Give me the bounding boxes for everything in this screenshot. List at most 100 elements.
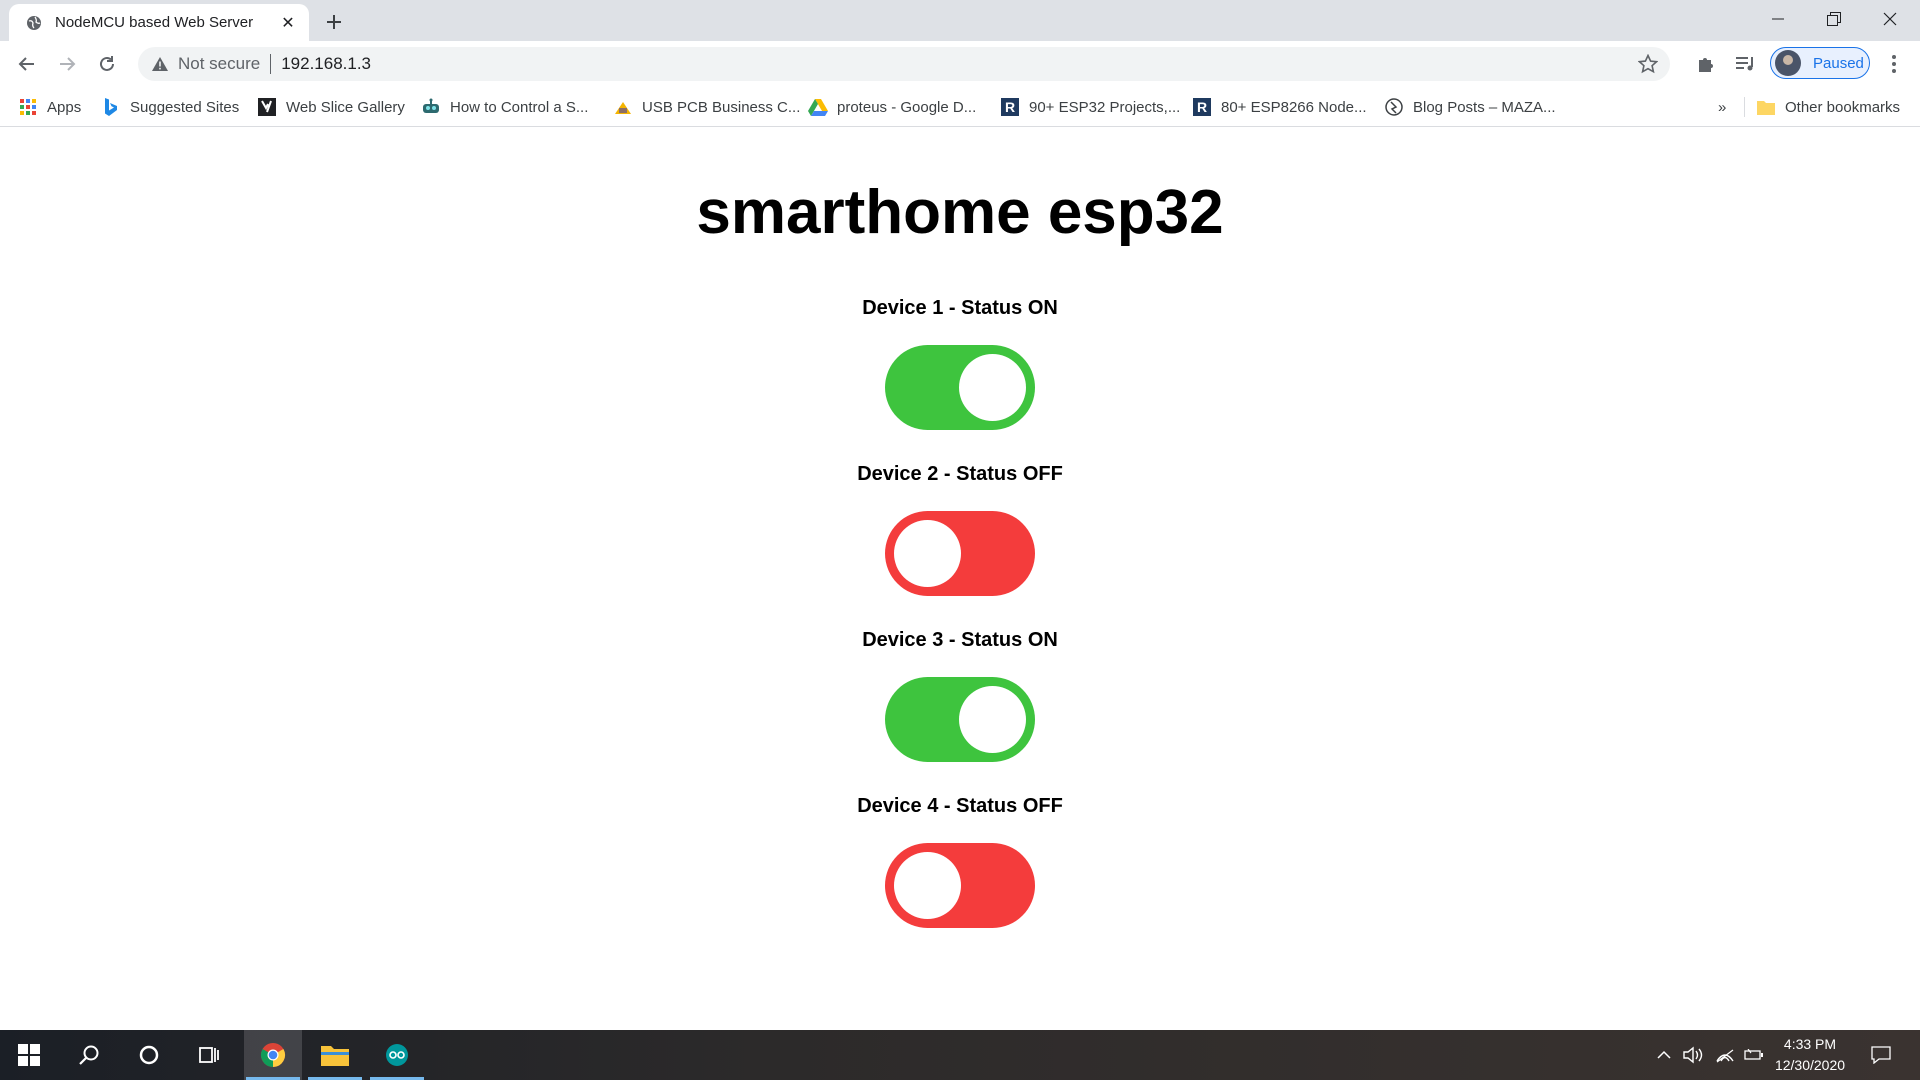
- bookmark-other-bookmarks[interactable]: Other bookmarks: [1756, 95, 1900, 119]
- device-1-toggle[interactable]: [885, 345, 1035, 430]
- bookmark-label: USB PCB Business C...: [642, 98, 801, 116]
- arduino-icon: [386, 1044, 408, 1066]
- start-button[interactable]: [0, 1030, 58, 1080]
- address-bar[interactable]: Not secure 192.168.1.3: [138, 47, 1670, 81]
- apps-grid-icon: [18, 97, 38, 117]
- bookmark-usb-pcb[interactable]: USB PCB Business C...: [613, 95, 800, 119]
- web-slice-icon: [257, 97, 277, 117]
- device-status-label: Device 4 - Status OFF: [857, 795, 1063, 817]
- google-drive-icon: [808, 97, 828, 117]
- plus-icon: [327, 15, 341, 29]
- profile-button[interactable]: Paused: [1770, 47, 1870, 79]
- cortana-button[interactable]: [120, 1030, 178, 1080]
- reload-button[interactable]: [91, 48, 123, 80]
- r-icon: R: [1192, 97, 1212, 117]
- url-text[interactable]: 192.168.1.3: [281, 54, 371, 74]
- search-button[interactable]: [60, 1030, 118, 1080]
- security-status-label[interactable]: Not secure: [178, 54, 260, 74]
- restore-icon: [1827, 12, 1841, 26]
- tray-chevron-icon[interactable]: [1652, 1030, 1676, 1080]
- bookmark-esp32-projects[interactable]: R 90+ ESP32 Projects,...: [1000, 95, 1180, 119]
- tab-title: NodeMCU based Web Server: [55, 14, 254, 31]
- bookmark-esp8266-node[interactable]: R 80+ ESP8266 Node...: [1192, 95, 1367, 119]
- close-window-button[interactable]: [1862, 0, 1918, 38]
- browser-toolbar: Not secure 192.168.1.3 Paused: [0, 41, 1920, 87]
- restore-button[interactable]: [1806, 0, 1862, 38]
- minimize-icon: [1772, 18, 1784, 20]
- chrome-icon: [260, 1043, 286, 1067]
- forward-button[interactable]: [51, 48, 83, 80]
- browser-tab[interactable]: NodeMCU based Web Server ✕: [9, 4, 309, 41]
- media-queue-icon[interactable]: [1733, 52, 1757, 76]
- reload-icon: [100, 56, 114, 71]
- toggle-knob: [959, 354, 1026, 421]
- action-center-icon[interactable]: [1866, 1030, 1896, 1080]
- bookmark-how-to-control[interactable]: How to Control a S...: [421, 95, 588, 119]
- toggle-knob: [894, 852, 961, 919]
- bookmark-label: Other bookmarks: [1785, 98, 1901, 116]
- device-status-label: Device 2 - Status OFF: [857, 463, 1063, 485]
- new-tab-button[interactable]: [320, 8, 348, 36]
- close-icon: [1883, 12, 1897, 26]
- windows-taskbar: 4:33 PM 12/30/2020: [0, 1030, 1920, 1080]
- bookmark-label: Web Slice Gallery: [286, 98, 405, 116]
- file-explorer-button[interactable]: [306, 1030, 364, 1080]
- toggle-knob: [959, 686, 1026, 753]
- profile-status-label: Paused: [1813, 54, 1864, 72]
- bookmarks-bar: Apps Suggested Sites Web Slice Gallery H…: [0, 87, 1920, 127]
- avatar: [1775, 50, 1801, 76]
- device-status-label: Device 3 - Status ON: [862, 629, 1058, 651]
- close-tab-icon[interactable]: ✕: [277, 12, 299, 34]
- bookmark-label: Apps: [47, 98, 82, 116]
- bookmark-suggested-sites[interactable]: Suggested Sites: [101, 95, 239, 119]
- volume-icon[interactable]: [1680, 1030, 1706, 1080]
- clock-date: 12/30/2020: [1774, 1057, 1846, 1073]
- folder-icon: [321, 1046, 349, 1066]
- cortana-icon: [139, 1045, 159, 1065]
- system-clock[interactable]: 4:33 PM 12/30/2020: [1760, 1034, 1860, 1076]
- arduino-button[interactable]: [368, 1030, 426, 1080]
- globe-icon: [25, 14, 43, 32]
- overflow-chevron-icon: »: [1718, 98, 1727, 116]
- pcb-icon: [613, 97, 633, 117]
- bing-icon: [101, 97, 121, 117]
- bookmark-label: Suggested Sites: [130, 98, 240, 116]
- task-view-button[interactable]: [180, 1030, 238, 1080]
- device-3-toggle[interactable]: [885, 677, 1035, 762]
- device-2-toggle[interactable]: [885, 511, 1035, 596]
- bookmark-proteus-drive[interactable]: proteus - Google D...: [808, 95, 976, 119]
- bookmark-blog-posts[interactable]: Blog Posts – MAZA...: [1384, 95, 1556, 119]
- chrome-taskbar-button[interactable]: [244, 1030, 302, 1080]
- forward-arrow-icon: [60, 57, 76, 71]
- task-view-icon: [199, 1047, 219, 1063]
- bookmark-star-icon[interactable]: [1637, 53, 1659, 79]
- kebab-menu-icon[interactable]: [1882, 52, 1906, 76]
- bookmark-label: 80+ ESP8266 Node...: [1221, 98, 1367, 116]
- blog-icon: [1384, 97, 1404, 117]
- back-arrow-icon: [18, 57, 34, 71]
- minimize-button[interactable]: [1750, 0, 1806, 38]
- extensions-puzzle-icon[interactable]: [1694, 52, 1718, 76]
- tab-strip: NodeMCU based Web Server ✕: [0, 0, 1920, 41]
- bookmarks-overflow-button[interactable]: »: [1718, 95, 1726, 119]
- robot-icon: [421, 97, 441, 117]
- bookmark-apps[interactable]: Apps: [18, 95, 81, 119]
- page-title: smarthome esp32: [696, 178, 1224, 247]
- folder-icon: [1756, 97, 1776, 117]
- omnibox-separator: [270, 54, 272, 74]
- bookmark-label: How to Control a S...: [450, 98, 589, 116]
- svg-text:R: R: [1005, 99, 1015, 115]
- bookmark-label: Blog Posts – MAZA...: [1413, 98, 1556, 116]
- bookmark-label: proteus - Google D...: [837, 98, 977, 116]
- device-4-toggle[interactable]: [885, 843, 1035, 928]
- device-status-label: Device 1 - Status ON: [862, 297, 1058, 319]
- bookmark-web-slice-gallery[interactable]: Web Slice Gallery: [257, 95, 405, 119]
- clock-time: 4:33 PM: [1783, 1036, 1837, 1052]
- warning-icon[interactable]: [150, 57, 170, 71]
- back-button[interactable]: [11, 48, 43, 80]
- windows-logo-icon: [18, 1044, 40, 1066]
- bookmarks-separator: [1744, 97, 1745, 117]
- web-page: smarthome esp32 Device 1 - Status ON Dev…: [0, 127, 1920, 1030]
- wifi-icon[interactable]: [1712, 1030, 1738, 1080]
- search-icon: [79, 1045, 99, 1065]
